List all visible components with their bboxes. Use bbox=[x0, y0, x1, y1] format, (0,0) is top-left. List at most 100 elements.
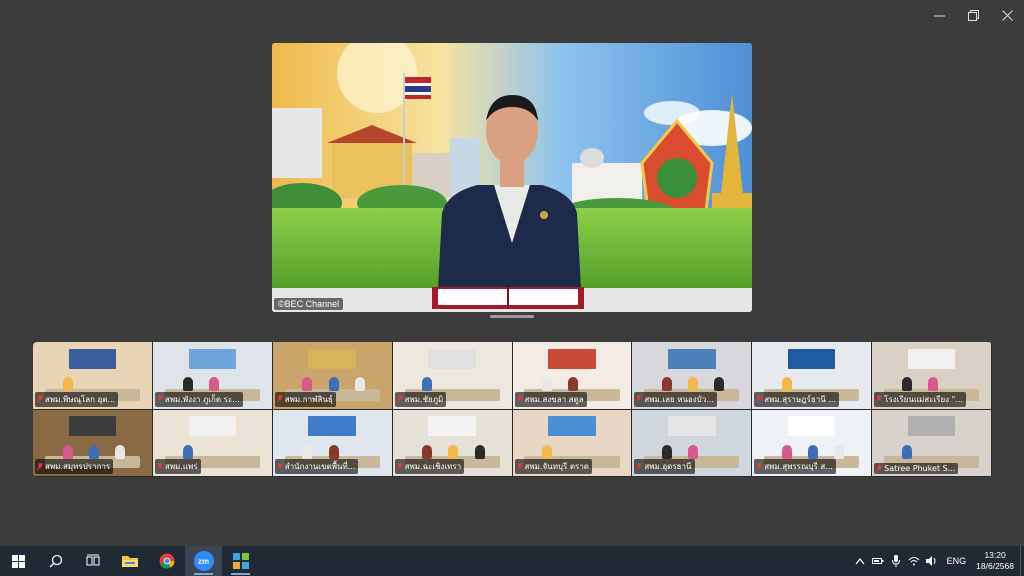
participant-name: สพม.พังงา ภูเก็ต ระ... bbox=[164, 394, 240, 404]
zoom-meeting-window: ©BEC Channel สพม.พิษณุโลก อุต... สพม.พังง… bbox=[0, 0, 1024, 576]
participant-person bbox=[422, 444, 433, 459]
windows-logo-icon bbox=[12, 554, 25, 568]
room-backdrop bbox=[68, 416, 117, 437]
room-backdrop bbox=[787, 348, 836, 369]
participant-name-label: สำนักงานเขตพื้นที่... bbox=[274, 459, 359, 474]
participant-person bbox=[808, 444, 819, 459]
room-backdrop bbox=[428, 416, 476, 437]
taskbar-clock[interactable]: 13:20 18/6/2568 bbox=[972, 550, 1020, 572]
participant-tile[interactable]: สพม.สมุทรปราการ bbox=[33, 409, 153, 477]
participant-name-label: สพม.พิษณุโลก อุต... bbox=[35, 391, 119, 407]
participant-name: สพม.พิษณุโลก อุต... bbox=[45, 394, 116, 404]
participant-name: สพม.อุดรธานี bbox=[644, 462, 692, 471]
participant-person bbox=[834, 444, 845, 459]
microphone-tray-button[interactable] bbox=[887, 546, 905, 576]
participant-person bbox=[568, 377, 579, 392]
participant-name: สพม.สุพรรณบุรี ส... bbox=[764, 462, 833, 471]
app-grid-button[interactable] bbox=[222, 546, 259, 576]
participant-person bbox=[448, 444, 459, 459]
participant-tile[interactable]: สพม.เลย หนองบัว... bbox=[632, 342, 753, 410]
windows-taskbar: zm ENG 13:20 18/6/2568 bbox=[0, 546, 1024, 576]
participant-name-label: สพม.จันทบุรี ตราด bbox=[514, 459, 592, 474]
participant-tile[interactable]: สพม.พังงา ภูเก็ต ระ... bbox=[152, 342, 273, 410]
participant-tile[interactable]: โรงเรียนแม่สะเรียง "... bbox=[872, 342, 992, 410]
participant-name-label: สพม.อุดรธานี bbox=[634, 459, 695, 474]
show-hidden-icons-button[interactable] bbox=[851, 546, 869, 576]
room-backdrop bbox=[548, 348, 596, 369]
participant-name-label: โรงเรียนแม่สะเรียง "... bbox=[874, 391, 966, 407]
battery-icon bbox=[871, 558, 884, 564]
participant-person bbox=[115, 444, 126, 459]
zoom-icon-label: zm bbox=[197, 556, 210, 566]
speaker-icon bbox=[925, 556, 936, 566]
speaker-video-frame bbox=[272, 43, 752, 312]
participant-name-label: Satree Phuket S... bbox=[874, 463, 959, 474]
task-view-icon bbox=[86, 554, 99, 566]
participant-person bbox=[62, 444, 73, 459]
search-button[interactable] bbox=[37, 546, 74, 576]
participant-person bbox=[901, 377, 912, 392]
task-view-button[interactable] bbox=[74, 546, 111, 576]
muted-mic-icon bbox=[396, 462, 403, 471]
muted-mic-icon bbox=[156, 395, 163, 403]
restore-icon bbox=[967, 9, 979, 21]
muted-mic-icon bbox=[876, 464, 883, 473]
participant-tile[interactable]: สพม.กาฬสินธุ์ bbox=[272, 342, 393, 410]
room-backdrop bbox=[548, 416, 596, 437]
participant-tile[interactable]: สพม.แพร่ bbox=[152, 409, 273, 477]
participant-tile[interactable]: สพม.ฉะเชิงเทรา bbox=[392, 409, 513, 477]
room-backdrop bbox=[428, 348, 476, 369]
participant-name: โรงเรียนแม่สะเรียง "... bbox=[884, 394, 963, 404]
participant-person bbox=[88, 444, 99, 459]
room-backdrop bbox=[188, 416, 237, 437]
folder-icon bbox=[121, 556, 138, 567]
participant-person bbox=[688, 377, 699, 392]
muted-mic-icon bbox=[516, 395, 523, 403]
participant-tile[interactable]: สพม.สุราษฎร์ธานี ... bbox=[752, 342, 873, 410]
participant-name-label: สพม.แพร่ bbox=[154, 459, 201, 474]
app-grid-icon bbox=[232, 553, 249, 569]
start-button[interactable] bbox=[0, 546, 37, 576]
participant-tile[interactable]: สพม.สงขลา สตูล bbox=[512, 342, 633, 410]
participant-tile[interactable]: สพม.สุพรรณบุรี ส... bbox=[752, 409, 873, 477]
volume-tray-button[interactable] bbox=[923, 546, 941, 576]
chrome-button[interactable] bbox=[148, 546, 185, 576]
muted-mic-icon bbox=[276, 462, 283, 471]
participant-person bbox=[927, 377, 938, 392]
participant-person bbox=[208, 377, 219, 392]
participant-tile[interactable]: สพม.จันทบุรี ตราด bbox=[512, 409, 633, 477]
participant-tile[interactable]: สพม.อุดรธานี bbox=[632, 409, 753, 477]
active-speaker-video[interactable]: ©BEC Channel bbox=[272, 43, 752, 312]
wifi-tray-button[interactable] bbox=[905, 546, 923, 576]
muted-mic-icon bbox=[37, 462, 43, 471]
participant-person bbox=[302, 377, 313, 392]
minimize-icon bbox=[933, 15, 945, 16]
participant-tile[interactable]: Satree Phuket S... bbox=[872, 409, 992, 477]
minimize-button[interactable] bbox=[922, 0, 956, 30]
zoom-button[interactable]: zm bbox=[185, 546, 222, 576]
participant-person bbox=[474, 444, 485, 459]
chevron-up-icon bbox=[855, 558, 865, 565]
participant-name-label: สพม.สุราษฎร์ธานี ... bbox=[754, 391, 839, 407]
participant-name: สพม.ชัยภูมิ bbox=[404, 394, 444, 404]
restore-button[interactable] bbox=[956, 0, 990, 30]
input-language-button[interactable]: ENG bbox=[941, 556, 973, 566]
participant-name: สพม.เลย หนองบัว... bbox=[644, 394, 714, 404]
participant-person bbox=[688, 444, 699, 459]
clock-date: 18/6/2568 bbox=[976, 561, 1014, 571]
file-explorer-button[interactable] bbox=[111, 546, 148, 576]
show-desktop-button[interactable] bbox=[1020, 546, 1024, 576]
close-button[interactable] bbox=[990, 0, 1024, 30]
participant-name-label: สพม.สมุทรปราการ bbox=[35, 459, 114, 474]
participant-tile[interactable]: สำนักงานเขตพื้นที่... bbox=[272, 409, 393, 477]
participant-name: สพม.สงขลา สตูล bbox=[524, 394, 584, 404]
participant-tile[interactable]: สพม.ชัยภูมิ bbox=[392, 342, 513, 410]
battery-tray-button[interactable] bbox=[869, 546, 887, 576]
resize-handle[interactable] bbox=[490, 315, 534, 318]
participant-person bbox=[182, 377, 193, 392]
participant-name: สพม.กาฬสินธุ์ bbox=[284, 394, 333, 404]
system-tray: ENG 13:20 18/6/2568 bbox=[851, 546, 1024, 576]
participant-person bbox=[662, 444, 673, 459]
wifi-icon bbox=[908, 557, 920, 566]
participant-tile[interactable]: สพม.พิษณุโลก อุต... bbox=[33, 342, 153, 410]
